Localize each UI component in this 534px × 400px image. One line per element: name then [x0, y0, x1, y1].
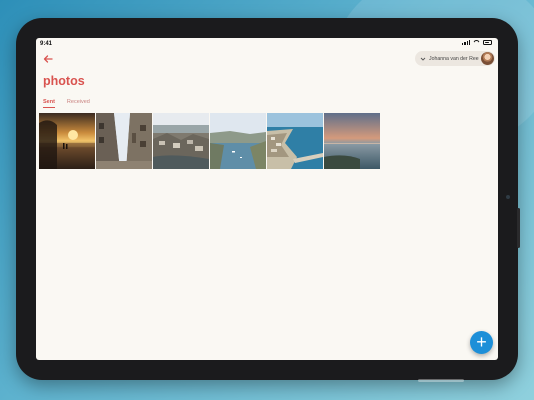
sunset-beach-image	[39, 113, 95, 169]
status-bar: 9:41	[36, 38, 498, 50]
photo-grid	[39, 113, 380, 169]
account-switcher[interactable]: Johanna van der Ree	[415, 51, 495, 66]
tab-sent[interactable]: Sent	[43, 99, 55, 108]
arrow-left-icon	[43, 55, 53, 63]
signal-icon	[462, 40, 470, 45]
back-button[interactable]	[42, 53, 54, 65]
plus-icon: +	[476, 332, 487, 352]
device-side-button	[517, 208, 520, 248]
account-name: Johanna van der Ree	[429, 55, 479, 62]
avatar	[481, 52, 494, 65]
photo-thumbnail[interactable]	[267, 113, 323, 169]
photo-thumbnail[interactable]	[96, 113, 152, 169]
page-title: photos	[43, 74, 85, 88]
wifi-icon	[473, 40, 480, 45]
device-camera	[506, 195, 510, 199]
status-icons	[462, 40, 492, 45]
battery-icon	[483, 40, 492, 45]
background-decoration-bar	[418, 379, 464, 382]
sea-dusk-image	[324, 113, 380, 169]
tab-bar: Sent Received	[43, 99, 90, 108]
photo-thumbnail[interactable]	[210, 113, 266, 169]
chevron-down-icon	[419, 55, 426, 62]
town-street-image	[96, 113, 152, 169]
add-button[interactable]: +	[470, 331, 493, 354]
status-time: 9:41	[40, 41, 53, 47]
coastal-village-image	[153, 113, 209, 169]
photo-thumbnail[interactable]	[153, 113, 209, 169]
photo-thumbnail[interactable]	[324, 113, 380, 169]
tab-received[interactable]: Received	[67, 99, 90, 108]
photo-thumbnail[interactable]	[39, 113, 95, 169]
harbor-bay-image	[210, 113, 266, 169]
aerial-coastline-image	[267, 113, 323, 169]
app-screen: 9:41 Johanna van der Ree photos Sent Rec…	[36, 38, 498, 360]
tablet-device: 9:41 Johanna van der Ree photos Sent Rec…	[16, 18, 520, 380]
